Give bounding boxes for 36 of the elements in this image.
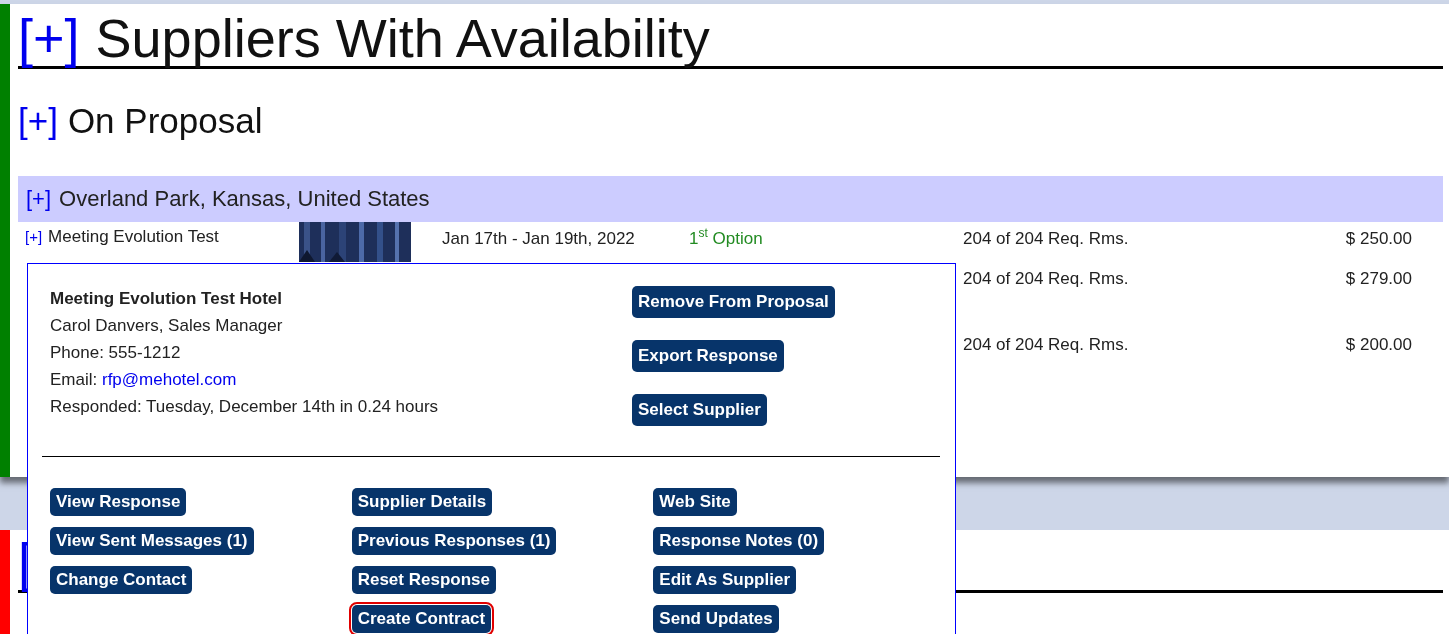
action-button[interactable]: Reset Response [351, 566, 496, 594]
action-button[interactable]: View Response [50, 488, 187, 516]
expand-toggle[interactable]: [+] [25, 227, 43, 262]
room-count: 204 of 204 Req. Rms. [963, 228, 1130, 250]
contact-name: Carol Danvers, Sales Manager [50, 315, 284, 337]
supplier-name: Meeting Evolution Test [48, 227, 219, 248]
action-button[interactable]: Export Response [632, 340, 784, 372]
action-button[interactable]: Response Notes (0) [653, 527, 825, 555]
hotel-name: Meeting Evolution Test Hotel [50, 288, 284, 310]
expand-toggle[interactable]: [+] [18, 10, 80, 66]
room-count: 204 of 204 Req. Rms. [963, 334, 1130, 356]
action-button[interactable]: Send Updates [653, 605, 779, 633]
action-button[interactable]: Edit As Supplier [653, 566, 796, 594]
action-button[interactable]: Web Site [653, 488, 737, 516]
date-range: Jan 17th - Jan 19th, 2022 [442, 228, 636, 250]
responded-text: Responded: Tuesday, December 14th in 0.24 hours [50, 396, 440, 418]
rate: $ 279.00 [1344, 268, 1412, 290]
rate: $ 200.00 [1344, 334, 1412, 356]
location-name: Overland Park, Kansas, United States [59, 186, 430, 212]
section-title: On Proposal [67, 101, 263, 141]
email-link[interactable]: rfp@mehotel.com [101, 370, 237, 389]
action-button[interactable]: View Sent Messages (1) [50, 527, 254, 555]
action-button[interactable]: Select Supplier [632, 394, 767, 426]
rate: $ 250.00 [1344, 228, 1412, 250]
expand-toggle[interactable]: [+] [26, 186, 52, 212]
action-button[interactable]: Change Contact [50, 566, 193, 594]
phone-text: Phone: 555-1212 [50, 342, 182, 364]
page-title: Suppliers With Availability [95, 10, 710, 66]
action-button[interactable]: Create Contract [351, 605, 492, 633]
email-text: Email: rfp@mehotel.com [50, 369, 238, 391]
option-label: 1$^{st}$ Option [689, 225, 764, 250]
action-button[interactable]: Supplier Details [351, 488, 493, 516]
action-button[interactable]: Previous Responses (1) [351, 527, 557, 555]
room-count: 204 of 204 Req. Rms. [963, 268, 1130, 290]
expand-toggle[interactable]: [+] [18, 101, 58, 141]
action-button[interactable]: Remove From Proposal [632, 286, 835, 318]
